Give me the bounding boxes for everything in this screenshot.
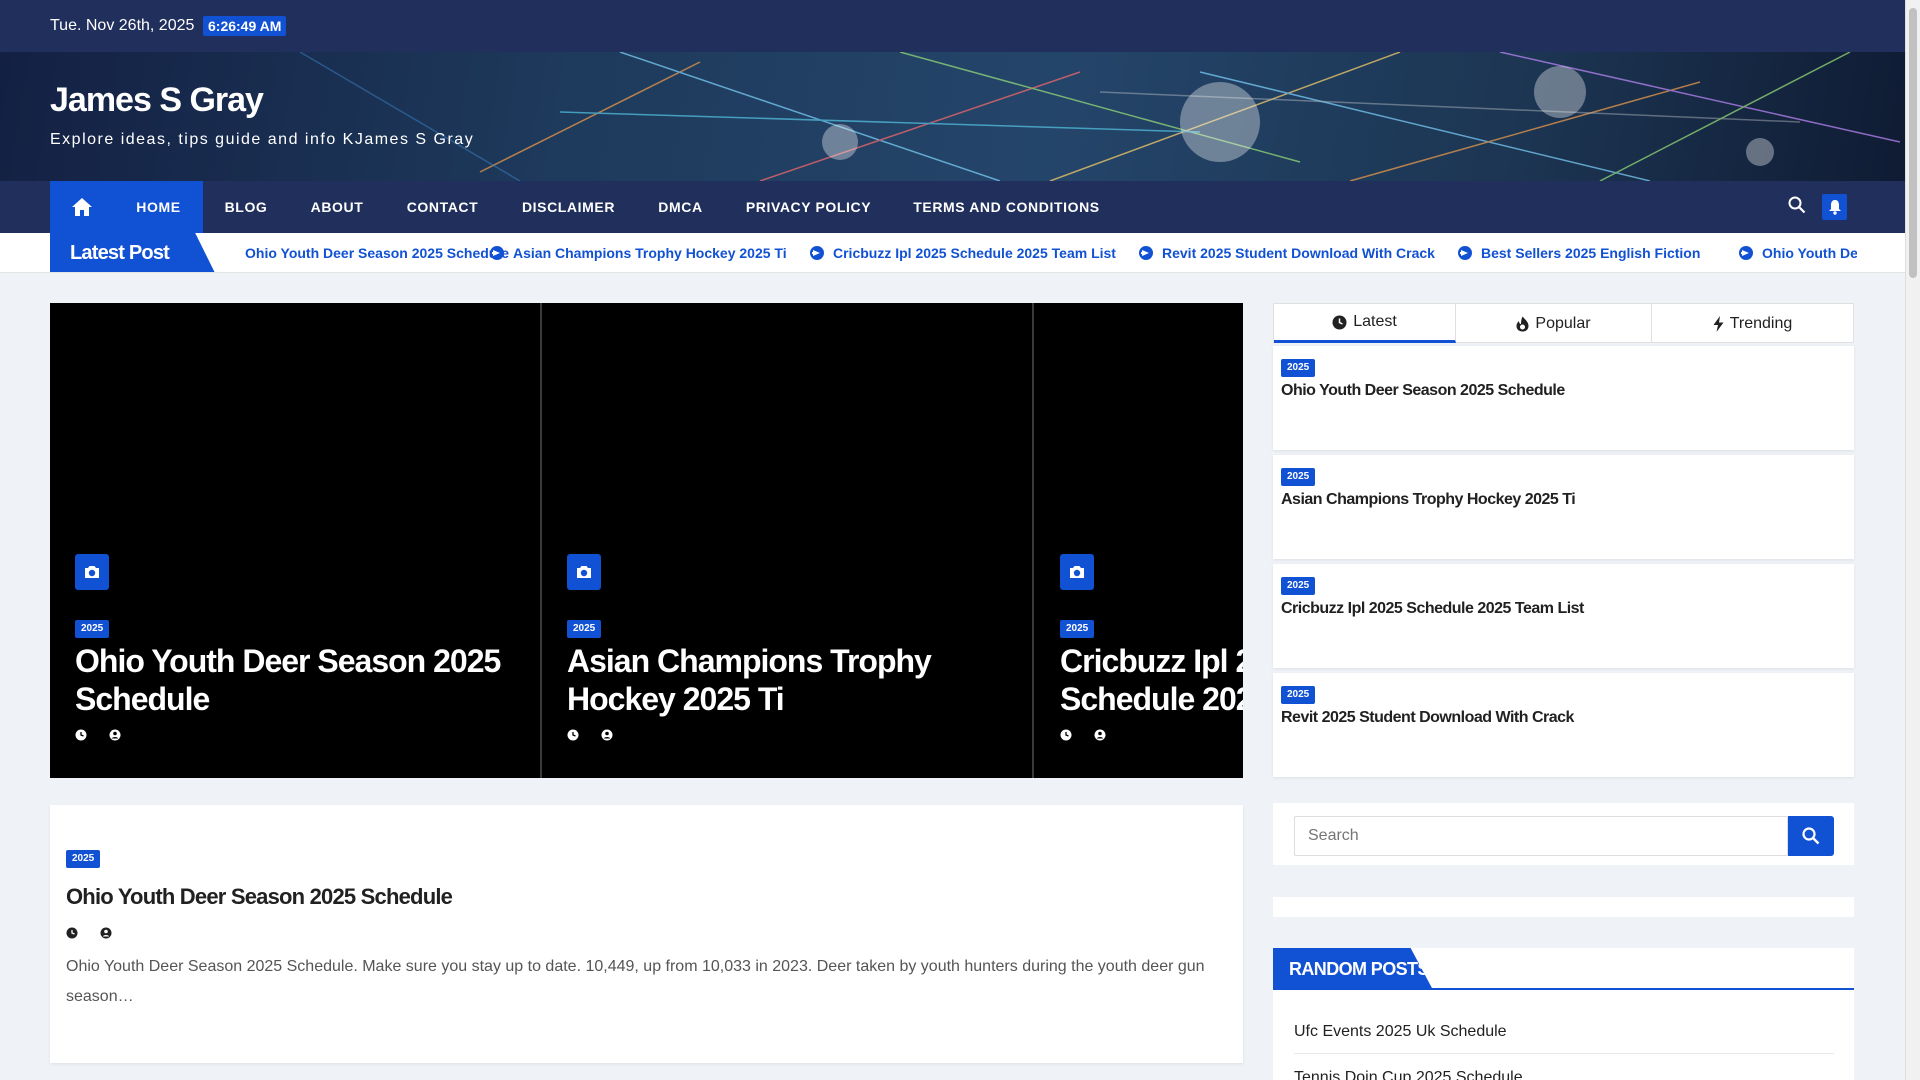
nav-item-terms-and-conditions[interactable]: TERMS AND CONDITIONS: [893, 181, 1120, 233]
tab-post-item[interactable]: 2025 Cricbuzz Ipl 2025 Schedule 2025 Tea…: [1273, 564, 1854, 668]
ticker-item[interactable]: Best Sellers 2025 English Fiction: [1458, 245, 1700, 261]
nav-item-blog[interactable]: BLOG: [203, 181, 289, 233]
arrow-circle-icon: [490, 246, 504, 260]
scrollbar-thumb[interactable]: [1909, 8, 1917, 278]
post-card: 2025 Ohio Youth Deer Season 2025 Schedul…: [50, 805, 1243, 1063]
widget-header: RANDOM POSTS: [1273, 948, 1854, 990]
site-tagline: Explore ideas, tips guide and info KJame…: [50, 131, 475, 148]
clock-icon: [75, 729, 87, 741]
post-title[interactable]: Cricbuzz Ipl 2025 Schedule 2025 Team Lis…: [1281, 600, 1584, 618]
tab-post-item[interactable]: 2025 Ohio Youth Deer Season 2025 Schedul…: [1273, 346, 1854, 450]
slide-title[interactable]: Ohio Youth Deer Season 2025 Schedule: [75, 642, 505, 718]
post-title[interactable]: Ohio Youth Deer Season 2025 Schedule: [1281, 382, 1565, 400]
empty-widget: [1273, 897, 1854, 917]
search-icon: [1788, 196, 1806, 214]
current-time: 6:26:49 AM: [203, 16, 287, 36]
clock-icon: [66, 927, 78, 939]
tab-popular[interactable]: Popular: [1456, 304, 1652, 343]
slide[interactable]: 2025 Ohio Youth Deer Season 2025 Schedul…: [50, 303, 542, 778]
bolt-icon: [1713, 315, 1724, 332]
tab-latest[interactable]: Latest: [1274, 304, 1456, 343]
notification-button[interactable]: [1822, 194, 1847, 220]
ticker-track: Ohio Youth Deer Season 2025 Schedule Asi…: [245, 233, 1857, 272]
post-title[interactable]: Ohio Youth Deer Season 2025 Schedule: [66, 884, 453, 910]
tab-bar: Latest Popular Trending: [1273, 303, 1854, 343]
post-tabs-widget: Latest Popular Trending 2025 Ohio Youth …: [1273, 303, 1854, 777]
clock-icon: [1060, 729, 1072, 741]
nav-home-button[interactable]: [50, 181, 114, 233]
slide-title[interactable]: Asian Champions Trophy Hockey 2025 Ti: [567, 642, 997, 718]
ticker-item[interactable]: Revit 2025 Student Download With Crack: [1139, 245, 1435, 261]
nav-search-button[interactable]: [1788, 196, 1806, 219]
post-title[interactable]: Revit 2025 Student Download With Crack: [1281, 709, 1574, 727]
nav-item-contact[interactable]: CONTACT: [385, 181, 500, 233]
current-date: Tue. Nov 26th, 2025: [50, 17, 195, 34]
home-icon: [72, 198, 92, 216]
fire-icon: [1516, 316, 1529, 331]
nav-item-dmca[interactable]: DMCA: [637, 181, 724, 233]
tab-trending[interactable]: Trending: [1652, 304, 1853, 343]
bell-icon: [1828, 200, 1841, 215]
arrow-circle-icon: [1139, 246, 1153, 260]
latest-post-ticker: Latest Post Ohio Youth Deer Season 2025 …: [0, 233, 1905, 273]
ticker-label: Latest Post: [50, 233, 215, 272]
user-icon: [1094, 729, 1106, 741]
ticker-item[interactable]: Asian Champions Trophy Hockey 2025 Ti: [490, 245, 787, 261]
search-submit-button[interactable]: [1788, 816, 1834, 856]
nav-item-about[interactable]: ABOUT: [289, 181, 385, 233]
arrow-circle-icon: [1458, 246, 1472, 260]
arrow-circle-icon: [810, 246, 824, 260]
search-widget: [1273, 803, 1854, 865]
category-badge[interactable]: 2025: [1281, 359, 1316, 377]
featured-slider: 2025 Ohio Youth Deer Season 2025 Schedul…: [50, 303, 1243, 778]
main-navigation: HOME BLOG ABOUT CONTACT DISCLAIMER DMCA …: [0, 181, 1905, 233]
post-meta: [1060, 729, 1106, 741]
camera-icon: [75, 554, 109, 590]
arrow-circle-icon: [1739, 246, 1753, 260]
clock-icon: [567, 729, 579, 741]
header-background-art: [299, 52, 1901, 181]
category-badge[interactable]: 2025: [1281, 577, 1316, 595]
category-badge[interactable]: 2025: [1281, 468, 1316, 486]
camera-icon: [567, 554, 601, 590]
post-title[interactable]: Asian Champions Trophy Hockey 2025 Ti: [1281, 491, 1576, 509]
search-input[interactable]: [1294, 816, 1788, 856]
nav-item-privacy-policy[interactable]: PRIVACY POLICY: [724, 181, 893, 233]
post-meta: [567, 729, 613, 741]
category-badge[interactable]: 2025: [75, 620, 110, 638]
category-badge[interactable]: 2025: [66, 850, 101, 868]
post-meta: [75, 729, 121, 741]
nav-item-home[interactable]: HOME: [114, 181, 203, 233]
nav-item-disclaimer[interactable]: DISCLAIMER: [500, 181, 637, 233]
category-badge[interactable]: 2025: [1281, 686, 1316, 704]
site-title[interactable]: James S Gray: [50, 81, 264, 120]
random-posts-widget: RANDOM POSTS Ufc Events 2025 Uk Schedule…: [1273, 948, 1854, 1080]
tab-post-item[interactable]: 2025 Asian Champions Trophy Hockey 2025 …: [1273, 455, 1854, 559]
search-icon: [1802, 827, 1820, 845]
slide[interactable]: 2025 Cricbuzz Ipl 2025 Schedule 2025 Tea…: [1035, 303, 1243, 778]
random-post-link[interactable]: Ufc Events 2025 Uk Schedule: [1294, 1023, 1834, 1054]
camera-icon: [1060, 554, 1094, 590]
widget-title: RANDOM POSTS: [1273, 948, 1433, 990]
clock-icon: [1332, 315, 1347, 329]
user-icon: [100, 927, 112, 939]
post-excerpt: Ohio Youth Deer Season 2025 Schedule. Ma…: [66, 958, 1205, 1005]
slide[interactable]: 2025 Asian Champions Trophy Hockey 2025 …: [542, 303, 1034, 778]
user-icon: [601, 729, 613, 741]
post-meta: [66, 927, 112, 939]
ticker-item[interactable]: Cricbuzz Ipl 2025 Schedule 2025 Team Lis…: [810, 245, 1116, 261]
random-post-link[interactable]: Tennis Doin Cup 2025 Schedule: [1294, 1069, 1834, 1080]
ticker-item[interactable]: Ohio Youth De: [1739, 245, 1857, 261]
top-bar: Tue. Nov 26th, 2025 6:26:49 AM: [0, 0, 1905, 52]
category-badge[interactable]: 2025: [567, 620, 602, 638]
tab-post-item[interactable]: 2025 Revit 2025 Student Download With Cr…: [1273, 673, 1854, 777]
page-scrollbar[interactable]: [1905, 0, 1920, 1080]
category-badge[interactable]: 2025: [1060, 620, 1095, 638]
site-header: James S Gray Explore ideas, tips guide a…: [0, 52, 1905, 181]
user-icon: [109, 729, 121, 741]
slide-title[interactable]: Cricbuzz Ipl 2025 Schedule 2025 Team Lis…: [1060, 642, 1243, 718]
ticker-item[interactable]: Ohio Youth Deer Season 2025 Schedule: [245, 245, 509, 261]
